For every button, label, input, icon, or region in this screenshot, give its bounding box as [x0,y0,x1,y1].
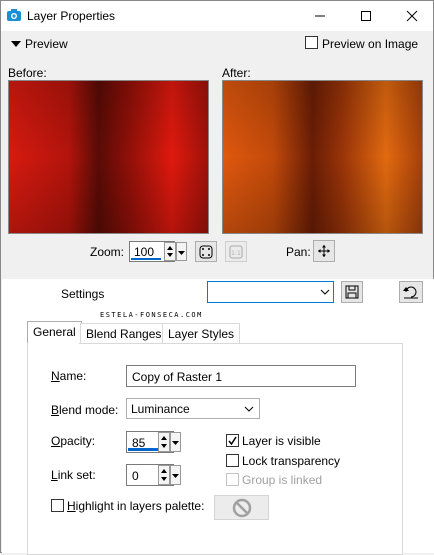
zoom-to-fit-button[interactable] [195,241,217,262]
actual-size-icon: 1:1 [229,245,243,258]
dropdown-arrow-icon [172,474,179,478]
group-is-linked-label: Group is linked [242,473,323,487]
maximize-icon [360,11,371,21]
zoom-spinner[interactable] [164,242,176,261]
opacity-label: Opacity: [51,434,96,448]
tab-blend-ranges-label: Blend Ranges [86,327,162,341]
before-preview-image [8,80,209,234]
checkmark-icon [228,436,237,446]
link-set-value: 0 [132,469,139,483]
pan-label: Pan: [286,245,311,259]
settings-dropdown[interactable] [207,281,334,303]
before-label: Before: [8,66,47,80]
tab-blend-ranges[interactable]: Blend Ranges [80,323,168,343]
zoom-value: 100 [134,245,155,259]
highlight-in-palette-label: Highlight in layers palette: [67,499,205,513]
fit-window-icon [199,245,213,258]
dropdown-arrow-icon [178,251,185,255]
window-title: Layer Properties [27,9,116,23]
after-texture [223,81,422,233]
preview-on-image-label: Preview on Image [322,37,419,51]
after-label: After: [222,66,251,80]
name-label: Name: [51,369,87,383]
reset-icon [403,286,418,299]
blend-mode-value: Luminance [131,402,190,416]
no-color-icon [232,498,251,517]
actual-size-button[interactable]: 1:1 [225,241,247,262]
name-value: Copy of Raster 1 [132,370,223,384]
zoom-level-bar [131,258,161,260]
layer-visible-label: Layer is visible [242,434,321,448]
dropdown-arrow-icon [172,441,179,445]
after-preview-image [222,80,423,234]
layer-visible-checkbox[interactable] [226,434,239,447]
opacity-spinner[interactable] [158,432,170,452]
spinner-arrows-icon [161,469,167,481]
save-preset-button[interactable] [341,281,363,303]
name-input[interactable]: Copy of Raster 1 [126,365,356,387]
spinner-arrows-icon [167,246,173,257]
minimize-button[interactable] [297,1,342,31]
tab-layer-styles-label: Layer Styles [168,327,235,341]
zoom-label: Zoom: [90,245,125,259]
tab-layer-styles[interactable]: Layer Styles [162,323,241,343]
link-set-dropdown[interactable] [170,465,181,485]
spinner-arrows-icon [161,436,167,448]
link-set-spinner[interactable] [158,465,170,485]
highlight-in-palette-checkbox[interactable] [51,499,64,512]
tab-general[interactable]: General [27,321,82,344]
pan-button[interactable] [313,240,335,262]
tab-general-label: General [33,325,76,339]
minimize-icon [314,15,325,17]
lock-transparency-checkbox[interactable] [226,454,239,467]
blend-mode-label: Blend mode: [51,403,119,417]
close-icon [406,10,417,22]
opacity-dropdown[interactable] [170,432,181,452]
chevron-down-icon [11,41,21,47]
link-set-label: Link set: [51,468,96,482]
title-bar: Layer Properties [1,1,433,31]
active-tab-join [28,342,79,344]
save-icon [345,285,359,299]
group-is-linked-checkbox[interactable] [226,473,239,486]
chevron-down-icon [244,406,254,412]
preview-label: Preview [25,37,68,51]
camera-icon [7,9,21,21]
highlight-color-button[interactable] [214,495,269,520]
layer-properties-window: Layer Properties Preview Preview on Imag… [0,0,434,555]
close-button[interactable] [389,1,434,31]
move-icon [318,245,330,257]
blend-mode-select[interactable]: Luminance [126,398,260,419]
before-texture [9,81,208,233]
lock-transparency-label: Lock transparency [242,454,341,468]
preview-on-image-checkbox[interactable] [305,36,318,49]
zoom-dropdown[interactable] [176,242,187,261]
svg-text:1:1: 1:1 [231,250,241,257]
reset-button[interactable] [399,281,423,303]
watermark-text: ESTELA-FONSECA.COM [100,311,203,319]
settings-label: Settings [61,287,105,301]
chevron-down-icon [320,289,330,295]
maximize-button[interactable] [343,1,388,31]
